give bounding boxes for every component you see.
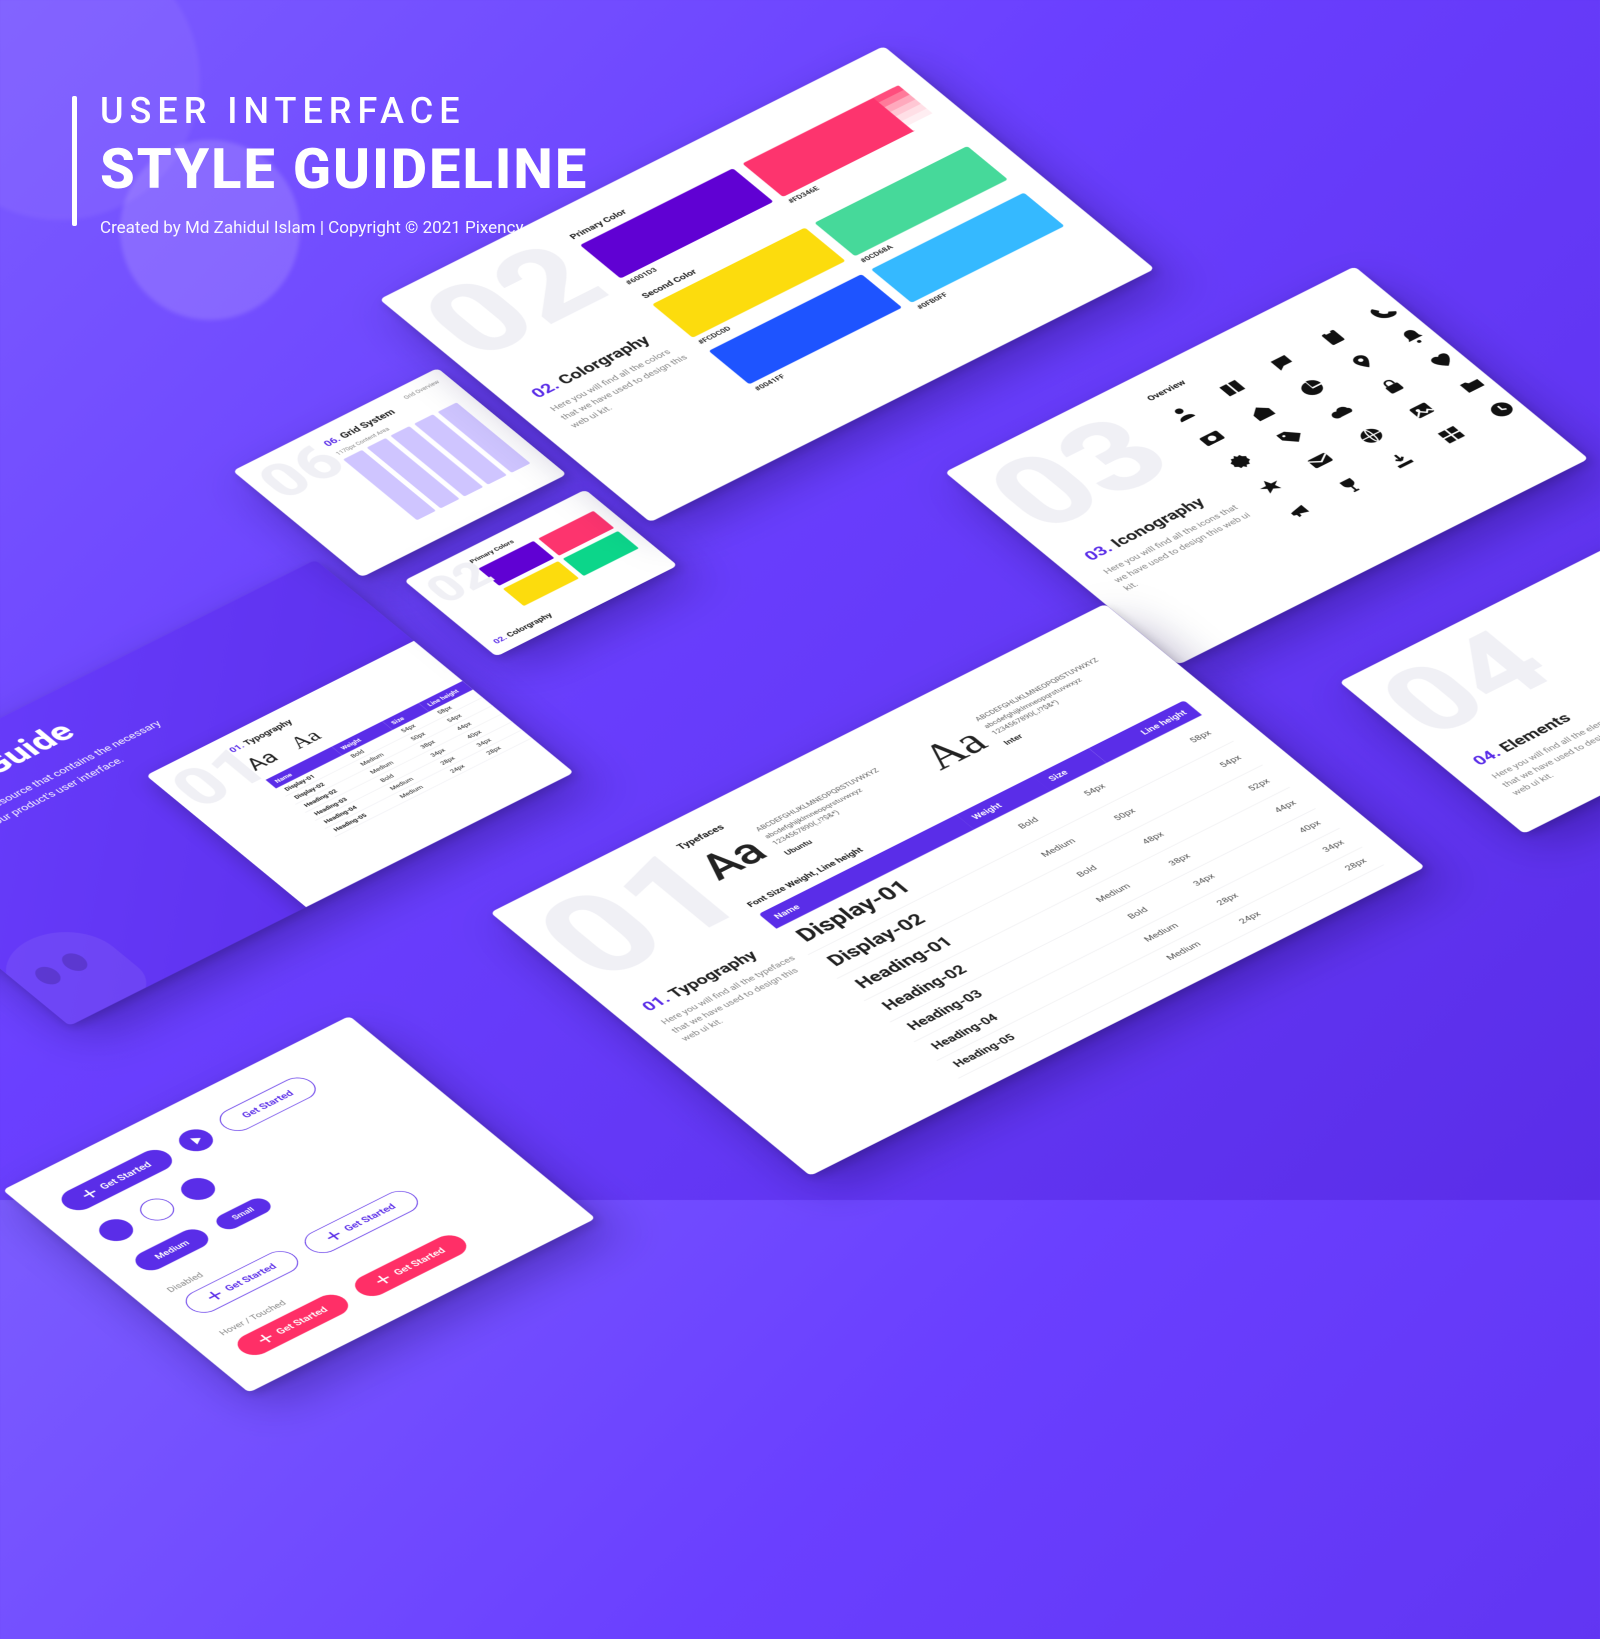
color-swatch: #0FB0FF bbox=[871, 193, 1065, 303]
table-row: Display-01Bold54px58px bbox=[776, 715, 1233, 955]
section-number: 01 bbox=[159, 739, 281, 816]
get-started-button[interactable]: Get Started bbox=[213, 1073, 323, 1135]
buttons-card: Get Started Get Started Medium Small Dis… bbox=[3, 1016, 596, 1393]
state-label: Hover / Touched bbox=[217, 1183, 518, 1337]
get-started-button[interactable]: Get Started bbox=[178, 1246, 305, 1317]
lock-icon bbox=[1374, 374, 1410, 397]
state-label: Disabled bbox=[164, 1140, 465, 1294]
grid-columns-illustration bbox=[343, 402, 530, 520]
header-byline: Created by Md Zahidul Islam | Copyright … bbox=[100, 218, 588, 238]
image-icon bbox=[1404, 399, 1440, 422]
message-icon bbox=[1303, 449, 1339, 472]
ghost-illustration bbox=[0, 916, 162, 1025]
color-swatch: #6001D3 bbox=[580, 168, 774, 278]
chat-icon bbox=[1264, 351, 1300, 374]
decorative-ribbon bbox=[0, 715, 164, 885]
iconography-card: 03 03. Iconography Here you will find al… bbox=[945, 266, 1589, 664]
plus-icon bbox=[373, 1273, 393, 1286]
table-row: Heading-01Bold48px52px bbox=[837, 765, 1290, 1001]
typeface-sample-icon: Aa bbox=[912, 723, 995, 775]
section-title: 01. Typography bbox=[637, 935, 786, 1014]
home-icon bbox=[1244, 401, 1280, 424]
color-swatch: #0CD68A bbox=[814, 146, 1008, 256]
folder-icon bbox=[1454, 373, 1490, 396]
download-icon bbox=[1383, 448, 1419, 471]
grid-icon bbox=[1433, 423, 1469, 446]
color-swatch: #0041FF bbox=[709, 274, 903, 384]
size-small-button[interactable]: Small bbox=[212, 1195, 276, 1232]
get-started-button[interactable]: Get Started bbox=[348, 1231, 472, 1300]
plus-icon bbox=[80, 1187, 100, 1200]
bell-icon bbox=[1395, 325, 1431, 348]
section-title: 06. Grid System bbox=[321, 384, 443, 448]
color-swatch: #FCDC0D bbox=[652, 228, 846, 338]
section-title: 03. Iconography bbox=[1079, 484, 1228, 563]
hero-inset-typography: 01 01. Typography Aa Aa NameWeightSizeLi… bbox=[146, 625, 574, 922]
elements-card: 04 04. Elements Here you will find all t… bbox=[1339, 516, 1600, 834]
add-button[interactable] bbox=[133, 1194, 181, 1225]
table-row: Heading-02Medium38px44px bbox=[864, 787, 1315, 1022]
clipboard-icon bbox=[1315, 326, 1351, 349]
heart-icon bbox=[1424, 349, 1460, 372]
pie-icon bbox=[1294, 375, 1330, 398]
trophy-icon bbox=[1332, 474, 1368, 497]
star-icon bbox=[1252, 475, 1288, 498]
table-row: Heading-05Medium24px28px bbox=[936, 847, 1383, 1078]
table-row: Heading-04Medium28px34px bbox=[914, 828, 1362, 1060]
header-title: STYLE GUIDELINE bbox=[100, 136, 588, 202]
header-kicker: USER INTERFACE bbox=[100, 90, 588, 132]
pin-icon bbox=[1344, 350, 1380, 373]
icon-grid bbox=[1164, 305, 1511, 522]
typography-card: 01 01. Typography Here you will find all… bbox=[490, 604, 1425, 1176]
page-header: USER INTERFACE STYLE GUIDELINE Created b… bbox=[100, 90, 588, 238]
clock-icon bbox=[1484, 398, 1520, 421]
get-started-button[interactable]: Get Started bbox=[298, 1186, 425, 1257]
section-title: 02. Colorgraphy bbox=[526, 321, 675, 400]
plus-icon bbox=[256, 1332, 276, 1345]
add-button[interactable] bbox=[92, 1215, 140, 1246]
megaphone-icon bbox=[1282, 499, 1318, 522]
table-row: Heading-03Bold34px40px bbox=[890, 808, 1340, 1041]
plus-icon bbox=[324, 1229, 344, 1242]
gear-icon bbox=[1223, 450, 1259, 473]
user-icon bbox=[1164, 402, 1200, 425]
plus-icon bbox=[205, 1289, 225, 1302]
table-row: Display-02Medium50px54px bbox=[808, 741, 1262, 979]
play-button[interactable] bbox=[172, 1125, 220, 1156]
globe-icon bbox=[1353, 424, 1389, 447]
tag-icon bbox=[1273, 425, 1309, 448]
color-swatch: #FD346E bbox=[742, 87, 936, 197]
typography-table: Name Weight Size Line height Display-01B… bbox=[758, 700, 1384, 1078]
cloud-icon bbox=[1324, 400, 1360, 423]
book-icon bbox=[1214, 376, 1250, 399]
typeface-sample-icon: Aa bbox=[241, 747, 284, 775]
grid-system-card: 06 Grid Overview 06. Grid System 1170px … bbox=[233, 368, 567, 577]
size-medium-button[interactable]: Medium bbox=[129, 1225, 215, 1274]
typeface-sample-icon: Aa bbox=[284, 726, 326, 753]
play-icon bbox=[190, 1135, 204, 1145]
camera-icon bbox=[1193, 426, 1229, 449]
get-started-button[interactable]: Get Started bbox=[231, 1290, 355, 1359]
section-title: 04. Elements bbox=[1468, 685, 1600, 768]
get-started-button[interactable]: Get Started bbox=[55, 1145, 179, 1214]
mini-color-card: 02 Primary Colors 02. Colorgraphy bbox=[404, 490, 678, 657]
typeface-sample-icon: Aa bbox=[691, 833, 775, 886]
phone-icon bbox=[1365, 300, 1401, 323]
